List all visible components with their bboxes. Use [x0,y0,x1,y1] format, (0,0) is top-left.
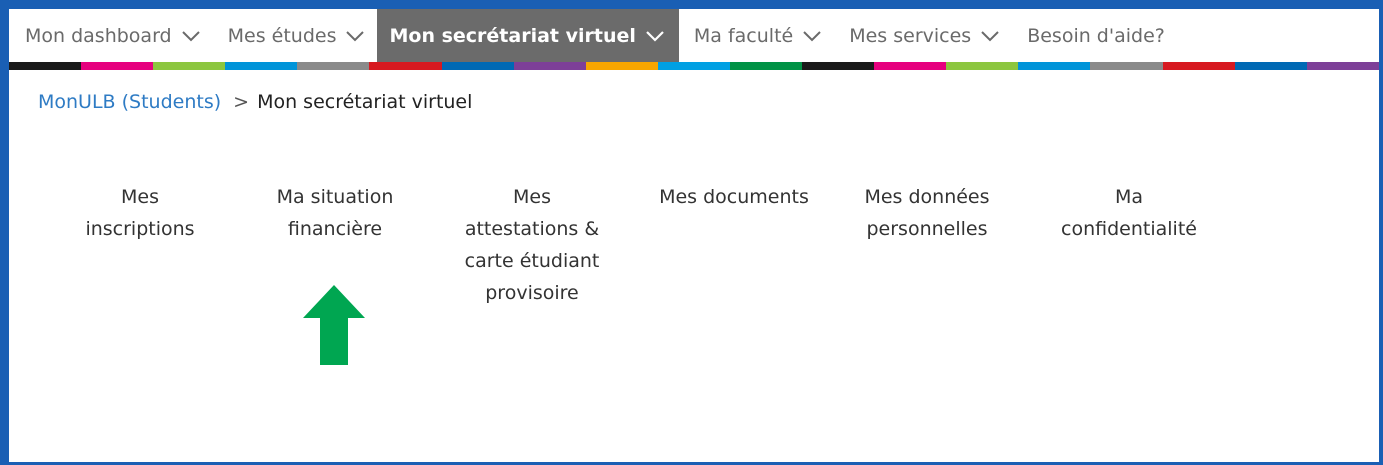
nav-label: Ma faculté [693,24,794,47]
chevron-down-icon [802,29,822,43]
tile-ma-situation-financiere[interactable]: Ma situation financière [255,181,415,245]
color-bar-segment [729,62,803,70]
nav-mon-dashboard[interactable]: Mon dashboard [9,9,213,62]
tile-mes-donnees-personnelles[interactable]: Mes données personnelles [847,181,1007,245]
nav-label: Besoin d'aide? [1027,24,1165,47]
breadcrumb-link-monulb[interactable]: MonULB (Students) [38,91,221,113]
breadcrumb: MonULB (Students) > Mon secrétariat virtue… [38,91,472,113]
nav-mon-secretariat-virtuel[interactable]: Mon secrétariat virtuel [377,9,679,62]
color-bar-segment [1234,62,1307,70]
nav-mes-services[interactable]: Mes services [834,9,1012,62]
color-bar-segment [513,62,586,70]
nav-label: Mes services [849,24,972,47]
color-bar-segment [225,62,298,70]
nav-label: Mon secrétariat virtuel [389,24,636,47]
color-bar-segment [657,62,730,70]
nav-besoin-d-aide[interactable]: Besoin d'aide? [1012,9,1177,62]
tile-mes-inscriptions[interactable]: Mes inscriptions [67,181,213,245]
chevron-down-icon [181,29,201,43]
tile-mes-documents[interactable]: Mes documents [639,181,829,213]
tile-mes-attestations[interactable]: Mes attestations & carte étudiant provis… [445,181,619,309]
color-bar-segment [1306,62,1379,70]
tile-ma-confidentialite[interactable]: Ma confidentialité [1039,181,1219,245]
up-arrow-icon [303,285,365,365]
color-bar-segment [9,62,82,70]
color-bar-segment [585,62,658,70]
chevron-down-icon [345,29,365,43]
nav-mes-etudes[interactable]: Mes études [213,9,378,62]
breadcrumb-separator: > [233,91,250,113]
brand-color-bar [9,62,1379,70]
breadcrumb-current: Mon secrétariat virtuel [257,91,473,113]
color-bar-segment [802,62,875,70]
color-bar-segment [1090,62,1163,70]
chevron-down-icon [980,29,1000,43]
color-bar-segment [441,62,514,70]
chevron-down-icon [645,29,665,43]
color-bar-segment [153,62,226,70]
color-bar-segment [946,62,1019,70]
nav-label: Mes études [227,24,337,47]
color-bar-segment [297,62,370,70]
color-bar-segment [1018,62,1091,70]
color-bar-segment [874,62,947,70]
top-navigation: Mon dashboard Mes études Mon secrétariat… [9,9,1379,62]
nav-label: Mon dashboard [25,24,172,47]
color-bar-segment [81,62,154,70]
color-bar-segment [369,62,442,70]
browser-frame: Mon dashboard Mes études Mon secrétariat… [0,0,1383,465]
nav-ma-faculte[interactable]: Ma faculté [679,9,834,62]
color-bar-segment [1162,62,1235,70]
